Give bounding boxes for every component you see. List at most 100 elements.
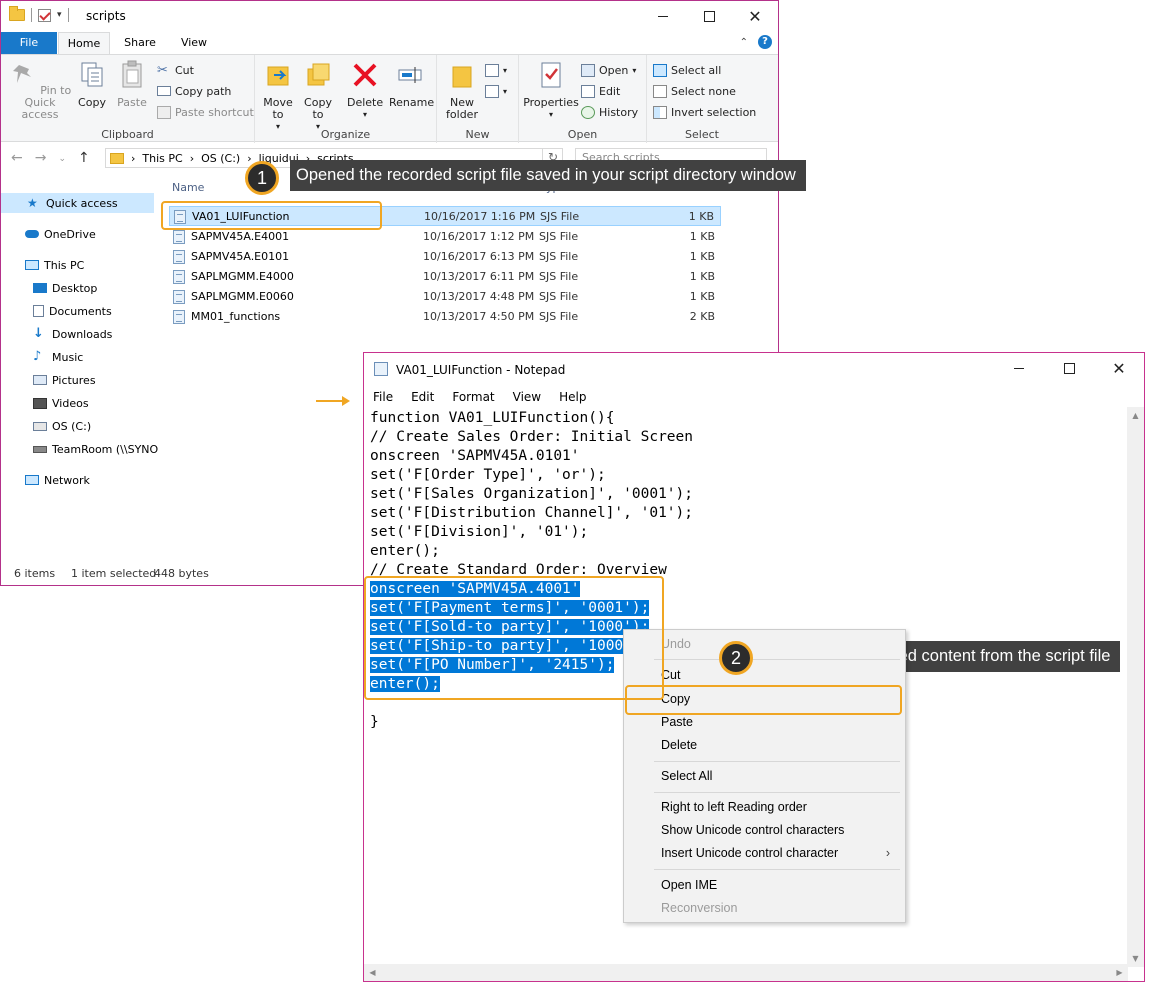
properties-button[interactable]: Properties ▾ [523,59,579,121]
help-icon[interactable]: ? [758,35,772,49]
collapse-ribbon-icon[interactable]: ⌃ [740,37,748,48]
nav-pictures[interactable]: Pictures [1,370,96,390]
pin-icon [12,65,31,83]
window-controls: ✕ [994,353,1144,383]
menu-view[interactable]: View [504,387,550,407]
select-all-button[interactable]: Select all [653,61,721,79]
table-row[interactable]: SAPLMGMM.E4000 10/13/2017 6:11 PM SJS Fi… [169,267,721,287]
chevron-down-icon: ▾ [362,110,367,119]
nav-label: Network [44,473,90,487]
scroll-left-icon[interactable]: ◀ [364,964,381,981]
nav-quick-access[interactable]: ★ Quick access [1,193,154,213]
tab-view[interactable]: View [169,32,219,54]
navigation-pane: ★ Quick access OneDrive This PC Desktop … [1,181,158,561]
tab-home[interactable]: Home [58,32,110,54]
table-row[interactable]: SAPLMGMM.E0060 10/13/2017 4:48 PM SJS Fi… [169,287,721,307]
rename-button[interactable]: Rename [389,59,434,109]
move-to-button[interactable]: Move to ▾ [261,59,295,133]
nav-os-c[interactable]: OS (C:) [1,416,91,436]
menu-item-cut[interactable]: Cut [625,664,904,686]
paste-shortcut-button[interactable]: Paste shortcut [157,103,254,121]
new-item-button[interactable]: ▾ [485,61,507,79]
menu-item-delete[interactable]: Delete [625,734,904,756]
column-header-name[interactable]: Name [172,181,204,194]
copy-path-button[interactable]: Copy path [157,82,231,100]
new-folder-button[interactable]: New folder [441,59,483,121]
recent-chevron-icon[interactable]: ⌄ [58,150,66,168]
nav-label: This PC [44,258,85,272]
close-button[interactable]: ✕ [1094,353,1144,383]
menu-item-paste[interactable]: Paste [625,711,904,733]
history-button[interactable]: History [581,103,638,121]
copy-button[interactable]: Copy [75,59,109,109]
table-row[interactable]: SAPMV45A.E0101 10/16/2017 6:13 PM SJS Fi… [169,247,721,267]
maximize-button[interactable] [1044,353,1094,383]
tab-file[interactable]: File [1,32,57,54]
nav-downloads[interactable]: ↓ Downloads [1,324,112,344]
open-button[interactable]: Open ▾ [581,61,636,79]
step-badge-2: 2 [719,641,753,675]
close-button[interactable]: ✕ [732,1,778,31]
table-row[interactable]: MM01_functions 10/13/2017 4:50 PM SJS Fi… [169,307,721,327]
menu-item-undo[interactable]: Undo [625,633,904,655]
easy-access-button[interactable]: ▾ [485,82,507,100]
cut-button[interactable]: ✂ Cut [157,61,194,79]
minimize-button[interactable] [994,353,1044,383]
chevron-down-icon[interactable]: ▾ [57,10,62,20]
nav-desktop[interactable]: Desktop [1,278,97,298]
file-size: 1 KB [689,250,715,263]
nav-onedrive[interactable]: OneDrive [1,224,96,244]
scroll-right-icon[interactable]: ▶ [1111,964,1128,981]
menu-item-rtl-reading[interactable]: Right to left Reading order [625,796,904,818]
properties-check-icon[interactable] [38,8,51,22]
nav-this-pc[interactable]: This PC [1,255,84,275]
nav-videos[interactable]: Videos [1,393,89,413]
menu-item-show-unicode[interactable]: Show Unicode control characters [625,819,904,841]
nav-label: OneDrive [44,227,96,241]
select-none-button[interactable]: Select none [653,82,736,100]
menu-item-label: Insert Unicode control character [661,846,839,860]
nav-music[interactable]: ♪ Music [1,347,83,367]
menu-item-insert-unicode[interactable]: Insert Unicode control character › [625,842,904,864]
pin-to-quick-access-button[interactable]: Pin to Quick access [7,59,73,121]
table-row[interactable]: SAPMV45A.E4001 10/16/2017 1:12 PM SJS Fi… [169,227,721,247]
paste-icon [122,60,142,88]
menu-format[interactable]: Format [443,387,503,407]
table-row[interactable]: VA01_LUIFunction 10/16/2017 1:16 PM SJS … [169,206,721,226]
menu-item-select-all[interactable]: Select All [625,765,904,787]
breadcrumb-this-pc[interactable]: This PC [142,152,182,165]
vertical-scrollbar[interactable]: ▲ ▼ [1127,407,1144,967]
paste-button[interactable]: Paste [113,59,151,109]
delete-button[interactable]: Delete ▾ [347,59,383,121]
maximize-button[interactable] [686,1,732,31]
invert-selection-button[interactable]: Invert selection [653,103,756,121]
menu-item-open-ime[interactable]: Open IME [625,874,904,896]
pointer-arrow-icon [316,396,350,406]
menu-edit[interactable]: Edit [402,387,443,407]
delete-x-icon [353,63,377,87]
scroll-down-icon[interactable]: ▼ [1127,950,1144,967]
scroll-up-icon[interactable]: ▲ [1127,407,1144,424]
edit-button[interactable]: Edit [581,82,620,100]
ribbon-group-clipboard: Pin to Quick access Copy Paste ✂ Cut Cop… [1,55,255,143]
copy-to-button[interactable]: Copy to ▾ [301,59,335,133]
nav-label: Music [52,350,84,364]
back-arrow-icon[interactable]: ← [11,150,23,168]
minimize-button[interactable] [640,1,686,31]
menu-file[interactable]: File [364,387,402,407]
code-line-selected: onscreen 'SAPMV45A.4001' [370,581,580,597]
file-size: 1 KB [689,270,715,283]
breadcrumb-os-c[interactable]: OS (C:) [201,152,240,165]
nav-network[interactable]: Network [1,470,90,490]
up-arrow-icon[interactable]: ↑ [78,150,90,168]
tab-share[interactable]: Share [116,32,164,54]
nav-teamroom[interactable]: TeamRoom (\\SYNO [1,439,158,459]
menu-item-copy[interactable]: Copy [625,688,904,710]
forward-arrow-icon[interactable]: → [35,150,47,168]
menu-help[interactable]: Help [550,387,595,407]
menu-item-reconversion[interactable]: Reconversion [625,897,904,919]
cloud-icon [25,230,39,238]
nav-documents[interactable]: Documents [1,301,112,321]
horizontal-scrollbar[interactable]: ◀ ▶ [364,964,1128,981]
chevron-right-icon: › [885,846,890,860]
